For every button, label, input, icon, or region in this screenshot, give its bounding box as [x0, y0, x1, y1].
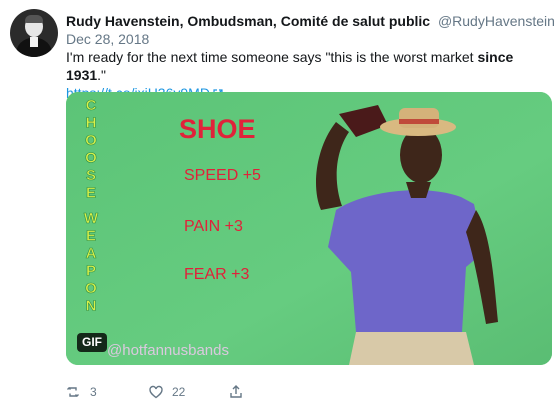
weapon-title: SHOE [179, 114, 256, 144]
avatar-collar [30, 37, 38, 47]
tweet-header: Rudy Havenstein, Ombudsman, Comité de sa… [66, 12, 555, 30]
side-text-letter: S [86, 167, 96, 184]
side-text-letter: E [86, 185, 96, 202]
gif-frame: CHOOSEWEAPON SHOE SPEED +5 PAIN +3 FEAR … [66, 92, 552, 365]
side-text-letter: H [86, 115, 97, 132]
side-text-letter: O [85, 280, 97, 297]
side-text-letter: O [85, 150, 97, 167]
author-name[interactable]: Rudy Havenstein, Ombudsman, Comité de sa… [66, 13, 430, 29]
stat-speed: SPEED +5 [184, 167, 261, 184]
side-text-letter: C [86, 97, 97, 114]
retweet-count: 3 [90, 385, 97, 399]
author-avatar[interactable] [10, 9, 58, 57]
retweet-button[interactable]: 3 [66, 383, 97, 401]
heart-icon [149, 385, 163, 399]
stat-fear: FEAR +3 [184, 266, 249, 283]
gif-media[interactable]: CHOOSEWEAPON SHOE SPEED +5 PAIN +3 FEAR … [66, 92, 552, 365]
hat-crown [399, 108, 439, 128]
side-text-letter: N [86, 298, 97, 315]
tweet-card[interactable]: Rudy Havenstein, Ombudsman, Comité de sa… [0, 0, 560, 405]
like-button[interactable]: 22 [148, 383, 185, 401]
retweet-icon [67, 387, 79, 397]
side-text-letter: E [86, 228, 96, 245]
stat-pain: PAIN +3 [184, 218, 243, 235]
share-icon [230, 385, 242, 398]
side-text-letter: O [85, 132, 97, 149]
tweet-text-end: ." [97, 67, 107, 83]
khaki-pants [349, 332, 474, 365]
tweet-text-part: I'm ready for the next time someone says… [66, 49, 478, 65]
hat-band [399, 119, 439, 124]
avatar-hair [25, 15, 43, 23]
gif-badge: GIF [77, 333, 107, 352]
watermark-text: @hotfannusbands [107, 342, 229, 359]
author-handle[interactable]: @RudyHavenstein [438, 13, 555, 29]
side-text-letter: A [86, 245, 97, 262]
share-button[interactable] [228, 383, 244, 401]
side-text-letter: P [86, 263, 96, 280]
side-text-letter: W [84, 210, 99, 227]
tweet-date[interactable]: Dec 28, 2018 [66, 31, 149, 47]
like-count: 22 [172, 385, 186, 399]
